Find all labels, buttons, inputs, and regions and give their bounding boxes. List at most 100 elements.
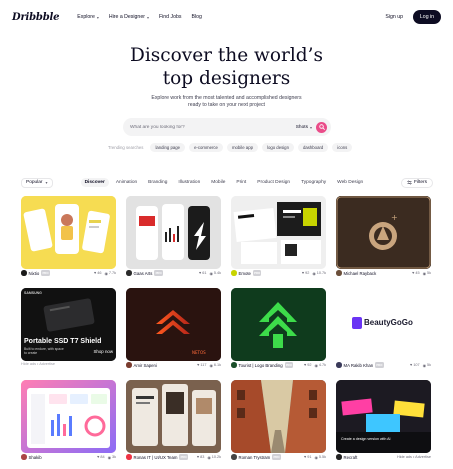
heart-icon[interactable]: ♥ [302,271,304,275]
category-tab[interactable]: Product Design [253,178,294,187]
views-count: 5.5k [318,455,326,459]
avatar[interactable] [126,454,132,460]
shot-author[interactable]: Shakib [29,455,42,460]
views-stat: ◉ 10.7k [312,271,326,276]
shot-thumbnail[interactable]: + [336,196,431,269]
shot-thumbnail[interactable] [126,196,221,269]
nav-links: Explore ▾ Hire a Designer ▾ Find Jobs Blog [77,14,202,20]
search-input[interactable] [130,124,280,130]
shot-image [21,196,116,269]
heart-icon[interactable]: ♥ [197,363,199,367]
ad-thumbnail[interactable]: Create a design version with AI [336,380,431,453]
avatar[interactable] [336,270,342,276]
shot-thumbnail[interactable] [21,380,116,453]
avatar[interactable] [126,270,132,276]
avatar[interactable] [336,362,342,368]
ad-footer[interactable]: Hide ads • Advertise [21,362,55,366]
hero-sub-line2: ready to take on your next project [188,102,265,109]
category-tab[interactable]: Illustration [174,178,204,187]
shot-thumbnail[interactable] [126,380,221,453]
views-stat: ◉ 5k [423,271,431,276]
heart-icon[interactable]: ♥ [412,271,414,275]
nav-explore[interactable]: Explore ▾ [77,14,99,20]
shot-thumbnail[interactable] [231,288,326,361]
shot-author[interactable]: Amir Sapeni [134,363,157,368]
ad-thumbnail[interactable]: SAMSUNG Portable SSD T7 Shield Built to … [21,288,116,361]
views-stat: ◉ 5.4k [209,271,221,276]
heart-icon[interactable]: ♥ [304,455,306,459]
shot-author[interactable]: Emote [239,271,251,276]
shot-author[interactable]: Roman Trystram [239,455,271,460]
avatar[interactable] [231,362,237,368]
trending-searches: Trending searches landing page e-commerc… [108,143,353,152]
shot-author[interactable]: Recraft [344,455,358,460]
hero-subtitle: Explore work from the most talented and … [0,95,453,110]
eye-icon: ◉ [314,363,318,368]
shot-stats: ♥ 84 ◉ 3k [97,455,116,460]
avatar[interactable] [231,270,237,276]
likes-stat: ♥ 61 [199,271,207,275]
trending-label: Trending searches [108,145,144,150]
login-button[interactable]: Log in [413,10,441,24]
shot-author[interactable]: Nixtio [29,271,40,276]
shot-author[interactable]: MA Rakib Khan [344,363,374,368]
views-stat: ◉ 10.2k [207,455,221,460]
shot-thumbnail[interactable] [231,196,326,269]
pro-badge: PRO [154,270,163,276]
eye-icon: ◉ [422,271,426,276]
trending-pill[interactable]: mobile app [226,143,258,152]
trending-pill[interactable]: icons [332,143,353,152]
category-tab[interactable]: Discover [80,178,109,187]
category-tab[interactable]: Animation [112,178,141,187]
shot-thumbnail[interactable]: NETOS [126,288,221,361]
likes-stat: ♥ 46 [94,271,102,275]
shot-author[interactable]: Michael Rayback [344,271,377,276]
category-tab[interactable]: Branding [144,178,171,187]
search-bar: Shots ▾ [123,118,331,136]
trending-pill[interactable]: e-commerce [189,143,223,152]
shot-author[interactable]: Tourist | Logo Branding [239,363,283,368]
shot-stats: ♥ 92 ◉ 10.7k [302,271,326,276]
ad-cta[interactable]: Shop now [93,349,113,354]
avatar[interactable] [231,454,237,460]
likes-count: 91 [307,455,312,459]
trending-pill[interactable]: dashboard [297,143,329,152]
heart-icon[interactable]: ♥ [199,271,201,275]
nav-hire-designer[interactable]: Hire a Designer ▾ [109,14,149,20]
heart-icon[interactable]: ♥ [197,455,199,459]
category-tab[interactable]: Web Design [333,178,367,187]
eye-icon: ◉ [422,363,426,368]
search-button[interactable] [316,121,327,133]
heart-icon[interactable]: ♥ [304,363,306,367]
category-tab[interactable]: Typography [297,178,330,187]
sort-dropdown[interactable]: Popular ▾ [21,177,53,188]
shot-thumbnail[interactable]: BeautyGoGo [336,288,431,361]
trending-pill[interactable]: landing page [150,143,186,152]
trending-pill[interactable]: logo design [261,143,294,152]
category-tab[interactable]: Mobile [207,178,229,187]
nav-blog[interactable]: Blog [191,14,201,20]
category-tab[interactable]: Print [232,178,250,187]
shot-author[interactable]: Ronas IT | UI/UX Team [134,455,178,460]
heart-icon[interactable]: ♥ [410,363,412,367]
heart-icon[interactable]: ♥ [97,455,99,459]
ad-footer-text[interactable]: Hide ads • Advertise [397,455,431,459]
pro-badge: PRO [41,270,50,276]
shot-meta: Michael Rayback ♥ 45 ◉ 5k [336,269,431,277]
avatar[interactable] [336,454,342,460]
avatar[interactable] [21,454,27,460]
nav-find-jobs[interactable]: Find Jobs [159,14,182,20]
shot-thumbnail[interactable] [21,196,116,269]
dribbble-logo[interactable]: Dribbble [12,12,59,23]
heart-icon[interactable]: ♥ [94,271,96,275]
eye-icon: ◉ [312,271,316,276]
avatar[interactable] [21,270,27,276]
shot-author[interactable]: Gaas Arts [134,271,153,276]
signup-link[interactable]: Sign up [385,14,403,20]
filters-button[interactable]: Filters [400,177,433,188]
avatar[interactable] [126,362,132,368]
shot-thumbnail[interactable] [231,380,326,453]
svg-text:NETOS: NETOS [192,350,206,355]
search-type-select[interactable]: Shots ▾ [296,125,312,130]
nav-hire-label: Hire a Designer [108,14,145,20]
